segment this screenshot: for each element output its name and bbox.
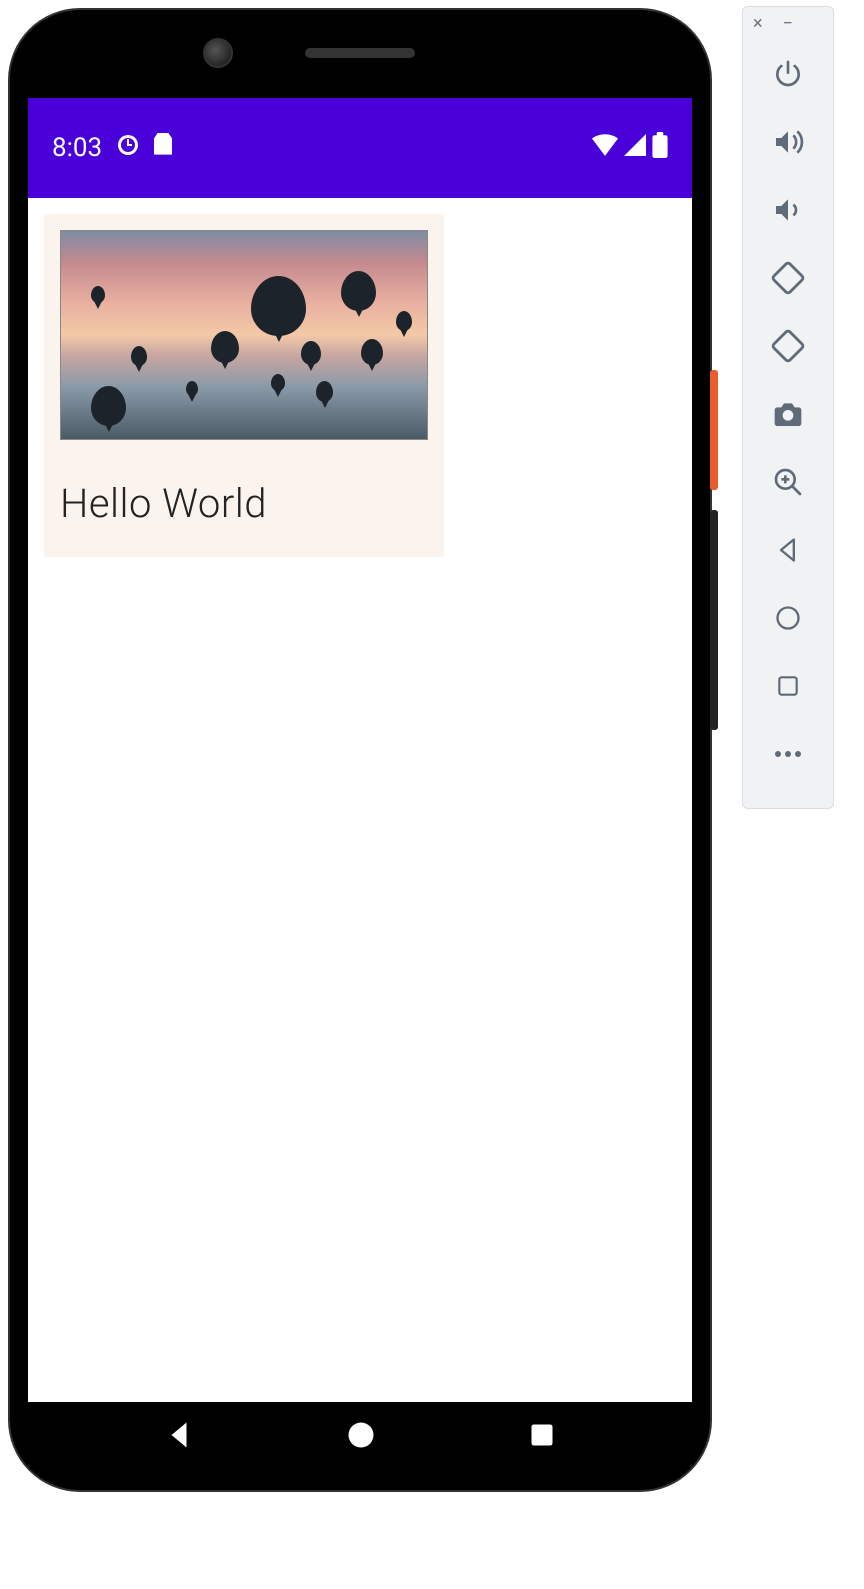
- clock-icon: [116, 133, 140, 164]
- card-text: Hello World: [60, 480, 428, 527]
- emulator-window-controls: × −: [743, 7, 833, 40]
- nav-overview-button[interactable]: [528, 1421, 556, 1453]
- window-minimize-button[interactable]: −: [783, 13, 793, 34]
- device-inner: 8:03: [28, 28, 692, 1472]
- wifi-icon: [592, 133, 618, 163]
- zoom-icon[interactable]: [743, 448, 833, 516]
- more-icon[interactable]: [743, 720, 833, 788]
- image-card[interactable]: Hello World: [44, 214, 444, 557]
- signal-icon: [624, 133, 646, 163]
- nav-home-button[interactable]: [346, 1420, 376, 1454]
- sim-icon: [154, 133, 174, 164]
- volume-up-icon[interactable]: [743, 108, 833, 176]
- speaker-slot: [305, 48, 415, 58]
- status-left: 8:03: [52, 133, 174, 164]
- camera-icon[interactable]: [743, 380, 833, 448]
- nav-back-button[interactable]: [164, 1420, 194, 1454]
- power-icon[interactable]: [743, 40, 833, 108]
- home-icon[interactable]: [743, 584, 833, 652]
- emulator-control-panel: × −: [742, 6, 834, 809]
- back-icon[interactable]: [743, 516, 833, 584]
- card-image: [60, 230, 428, 440]
- phone-screen: 8:03: [28, 98, 692, 1402]
- status-right: [592, 132, 668, 165]
- device-notch: [28, 48, 692, 58]
- overview-icon[interactable]: [743, 652, 833, 720]
- status-time: 8:03: [52, 133, 102, 163]
- rotate-right-icon[interactable]: [743, 312, 833, 380]
- power-hardware-button[interactable]: [710, 370, 718, 490]
- phone-device-frame: 8:03: [10, 10, 710, 1490]
- rotate-left-icon[interactable]: [743, 244, 833, 312]
- front-camera: [203, 38, 233, 68]
- volume-hardware-button[interactable]: [710, 510, 718, 730]
- window-close-button[interactable]: ×: [753, 13, 763, 34]
- app-content: Hello World: [28, 198, 692, 1402]
- battery-icon: [652, 132, 668, 165]
- android-nav-bar: [28, 1402, 692, 1472]
- android-status-bar: 8:03: [28, 98, 692, 198]
- volume-down-icon[interactable]: [743, 176, 833, 244]
